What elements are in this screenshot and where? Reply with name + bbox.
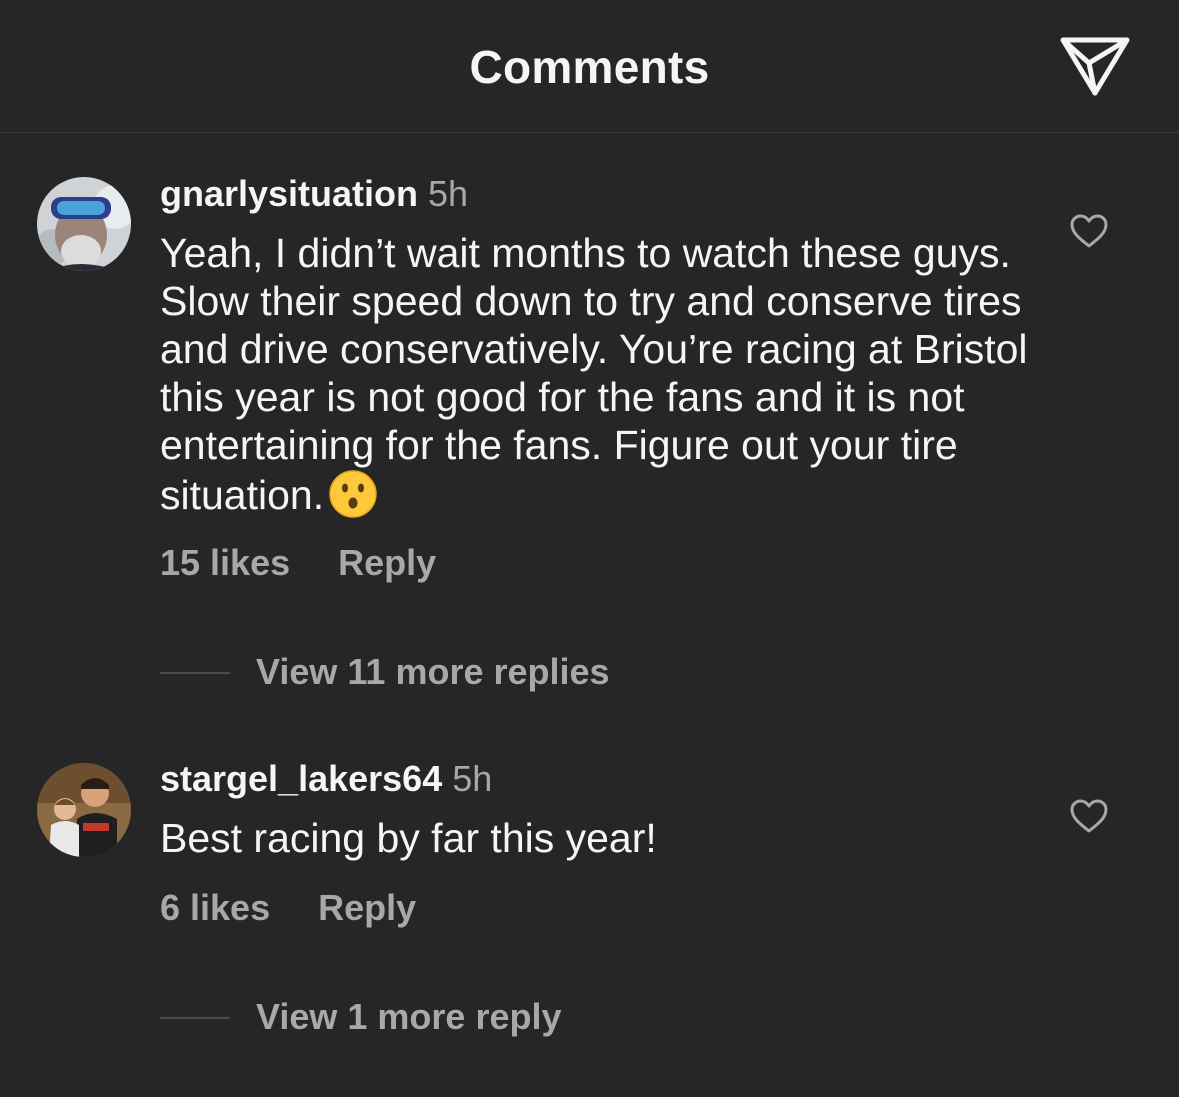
share-button[interactable] <box>1058 32 1132 98</box>
hushed-face-emoji <box>328 469 378 519</box>
replies-divider-line <box>160 672 230 674</box>
user-photo <box>37 763 131 857</box>
username[interactable]: stargel_lakers64 <box>160 758 442 799</box>
comment-text-content: Best racing by far this year! <box>160 815 657 861</box>
comment-text-content: Yeah, I didn’t wait months to watch thes… <box>160 230 1028 518</box>
avatar[interactable] <box>37 763 131 857</box>
timestamp: 5h <box>428 173 469 214</box>
reply-button[interactable]: Reply <box>338 542 436 583</box>
user-photo <box>37 177 131 271</box>
comment-meta: gnarlysituation 5h <box>160 174 468 214</box>
paper-plane-icon <box>1060 37 1130 96</box>
avatar[interactable] <box>37 177 131 271</box>
like-button[interactable] <box>1068 212 1110 250</box>
heart-outline-icon <box>1070 214 1108 248</box>
comment-meta: stargel_lakers64 5h <box>160 759 492 799</box>
username[interactable]: gnarlysituation <box>160 173 418 214</box>
comment-actions: 15 likes Reply <box>160 543 436 583</box>
replies-divider-line <box>160 1017 230 1019</box>
like-button[interactable] <box>1068 797 1110 835</box>
comment-text: Best racing by far this year! <box>160 814 1040 862</box>
view-replies-label: View 1 more reply <box>256 996 562 1037</box>
comments-header: Comments <box>0 0 1179 133</box>
page-title: Comments <box>469 41 710 93</box>
view-replies-label: View 11 more replies <box>256 651 610 692</box>
likes-count[interactable]: 6 likes <box>160 887 270 928</box>
likes-count[interactable]: 15 likes <box>160 542 290 583</box>
heart-outline-icon <box>1070 799 1108 833</box>
comments-screen: Comments gnarlysituation 5h Yeah, I didn… <box>0 0 1179 1097</box>
comment-actions: 6 likes Reply <box>160 888 416 928</box>
comment-text: Yeah, I didn’t wait months to watch thes… <box>160 229 1040 519</box>
reply-button[interactable]: Reply <box>318 887 416 928</box>
timestamp: 5h <box>452 758 493 799</box>
